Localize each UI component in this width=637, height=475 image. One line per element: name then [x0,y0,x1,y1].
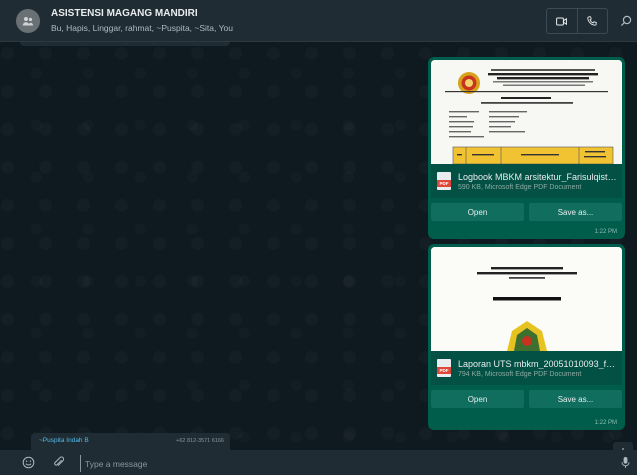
file-size: 794 KB, Microsoft Edge PDF Document [458,370,582,378]
group-avatar[interactable] [16,9,40,33]
search-icon[interactable] [619,14,633,28]
emoji-icon[interactable] [22,456,35,469]
scroll-to-bottom-button[interactable] [613,442,633,450]
document-message[interactable]: PDF Laporan UTS mbkm_20051010093_faris..… [428,244,625,430]
document-message[interactable]: PDF Logbook MBKM arsitektur_Farisulqisth… [428,57,625,239]
logbook-preview-image [431,60,622,164]
file-info[interactable]: PDF Logbook MBKM arsitektur_Farisulqisth… [431,164,622,198]
file-size: 590 KB, Microsoft Edge PDF Document [458,183,582,191]
save-as-button[interactable]: Save as... [529,203,622,221]
attach-icon[interactable] [52,456,65,469]
open-button[interactable]: Open [431,203,524,221]
video-call-button[interactable] [547,9,577,33]
file-name: Logbook MBKM arsitektur_Farisulqisthi... [458,171,618,182]
open-button[interactable]: Open [431,390,524,408]
previous-message-stub [20,42,230,46]
message-time: 1:22 PM [594,420,617,426]
chat-area[interactable]: PDF Logbook MBKM arsitektur_Farisulqisth… [0,42,637,450]
group-icon [22,17,34,26]
chat-header: ASISTENSI MAGANG MANDIRI Bu, Hapis, Ling… [0,0,637,42]
report-preview-image [431,247,622,351]
save-as-button[interactable]: Save as... [529,390,622,408]
video-camera-icon [556,17,568,25]
message-time: 1:22 PM [594,229,617,235]
document-preview[interactable] [431,60,622,164]
file-name: Laporan UTS mbkm_20051010093_faris... [458,358,618,369]
file-info[interactable]: PDF Laporan UTS mbkm_20051010093_faris..… [431,351,622,385]
voice-call-button[interactable] [578,9,608,33]
microphone-icon[interactable] [619,456,632,469]
pdf-file-icon: PDF [437,172,451,190]
message-composer [0,450,637,475]
sender-number: +62 812-3571 6166 [176,438,224,444]
group-title[interactable]: ASISTENSI MAGANG MANDIRI [51,8,198,19]
document-preview[interactable] [431,247,622,351]
sender-name[interactable]: ~Puspita Indah B [39,437,89,444]
call-buttons [546,8,608,34]
group-members[interactable]: Bu, Hapis, Linggar, rahmat, ~Puspita, ~S… [51,23,233,33]
incoming-message-stub[interactable]: ~Puspita Indah B +62 812-3571 6166 [31,433,230,450]
phone-icon [587,16,597,26]
message-input[interactable] [80,455,597,472]
pdf-file-icon: PDF [437,359,451,377]
